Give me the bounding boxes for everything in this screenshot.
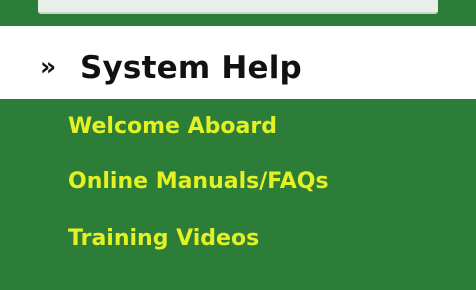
menu-item-training-videos[interactable]: Training Videos [68,226,259,252]
double-chevron-icon: » [40,52,57,81]
section-title: System Help [80,50,302,86]
section-header: » System Help [0,36,476,99]
help-menu-panel: Welcome Aboard Online Manuals/FAQs Train… [0,99,476,290]
top-strip-inner-bar [38,0,438,14]
menu-item-online-manuals-faqs[interactable]: Online Manuals/FAQs [68,169,329,195]
top-decorative-strip [0,0,476,26]
menu-item-welcome-aboard[interactable]: Welcome Aboard [68,114,277,140]
